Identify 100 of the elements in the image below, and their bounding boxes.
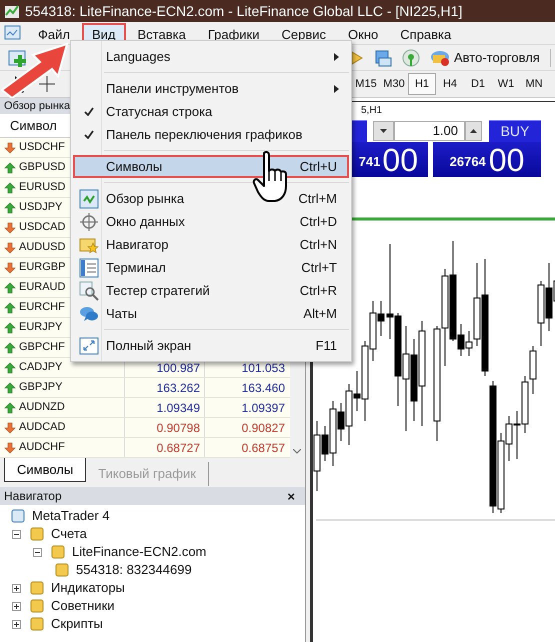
timeframe-button[interactable]: D1: [464, 73, 492, 95]
menu-item-label: Тестер стратегий: [106, 282, 211, 300]
expand-box-icon[interactable]: [12, 584, 21, 592]
menu-item-label: Полный экран: [106, 336, 192, 355]
bid-price: 163.262: [156, 380, 200, 396]
up-arrow-icon: [4, 362, 16, 374]
price-digits: 26764: [450, 152, 486, 170]
down-arrow-icon: [4, 222, 16, 234]
symbol-row[interactable]: AUDCAD 0.90798 0.90827: [0, 418, 290, 438]
down-arrow-icon: [4, 242, 16, 254]
symbol-name: EURJPY: [19, 320, 62, 336]
menu-item[interactable]: Панели инструментов: [73, 77, 349, 100]
expand-box-icon[interactable]: [12, 620, 21, 628]
antenna-icon: [402, 48, 420, 66]
menu-item-label: Обзор рынка: [106, 190, 186, 208]
tree-node-icon: [29, 616, 45, 632]
symbol-name: AUDNZD: [19, 400, 65, 416]
tree-node-label[interactable]: Счета: [51, 524, 87, 544]
shortcut-label: Alt+M: [303, 304, 337, 323]
lot-size-field[interactable]: 1.00: [394, 121, 465, 141]
shortcut-label: Ctrl+R: [300, 282, 337, 300]
timeframe-button[interactable]: M30: [380, 73, 408, 95]
auto-trading-button[interactable]: Авто-торговля: [430, 48, 540, 68]
menu-item-label: Символы: [106, 158, 164, 176]
symbol-name: CADJPY: [19, 360, 62, 376]
menu-item[interactable]: Окно данных Ctrl+D: [73, 210, 349, 233]
menu-item[interactable]: Тестер стратегий Ctrl+R: [73, 279, 349, 302]
down-arrow-icon: [4, 142, 16, 154]
panel-tab[interactable]: Символы: [4, 458, 86, 482]
tree-node-label[interactable]: 554318: 832344699: [76, 560, 192, 580]
timeframe-button[interactable]: H1: [408, 73, 436, 95]
tree-node-label[interactable]: Советники: [51, 596, 115, 616]
submenu-arrow-icon: [334, 84, 339, 92]
shortcut-label: F11: [316, 336, 337, 355]
menu-item[interactable]: Навигатор Ctrl+N: [73, 233, 349, 256]
decrease-button[interactable]: [373, 121, 394, 141]
menu-item[interactable]: Чаты Alt+M: [73, 302, 349, 325]
bid-price: 0.90798: [156, 420, 200, 436]
fullscreen-icon: [79, 336, 99, 356]
symbol-name: EURCHF: [19, 300, 65, 316]
submenu-arrow-icon: [334, 52, 339, 60]
buy-button[interactable]: BUY: [489, 120, 541, 142]
tree-node-label[interactable]: MetaTrader 4: [32, 506, 110, 526]
expand-box-icon[interactable]: [12, 602, 21, 610]
symbol-row[interactable]: GBPJPY 163.262 163.460: [0, 378, 290, 398]
timeframe-button[interactable]: H4: [436, 73, 464, 95]
panel-title: Обзор рынка: [4, 100, 70, 112]
menu-item[interactable]: Вставка: [128, 22, 196, 44]
menu-item[interactable]: Терминал Ctrl+T: [73, 256, 349, 279]
down-arrow-icon: [4, 422, 16, 434]
ask-price: 0.90827: [242, 420, 285, 436]
crosshair-icon: [79, 212, 99, 232]
increase-button[interactable]: [465, 121, 482, 141]
symbol-name: USDJPY: [19, 200, 62, 216]
collapse-box-icon[interactable]: [33, 548, 42, 556]
close-button[interactable]: ×: [287, 490, 295, 502]
price-digits: 741: [358, 152, 380, 170]
down-arrow-icon: [4, 442, 16, 454]
tree-node-icon: [29, 598, 45, 614]
menu-item[interactable]: Languages: [73, 45, 349, 68]
caret-up-icon: [470, 129, 477, 133]
shortcut-label: Ctrl+M: [298, 190, 337, 208]
bid-price: 0.68727: [156, 440, 200, 456]
menu-item[interactable]: Полный экран F11: [73, 334, 349, 357]
timeframe-button[interactable]: W1: [492, 73, 520, 95]
menu-item[interactable]: Файл: [28, 22, 80, 44]
up-arrow-icon: [4, 162, 16, 174]
window-title: 554318: LiteFinance-ECN2.com - LiteFinance Global LLC - [NI225,H1]: [25, 2, 462, 21]
window-stack-icon: [374, 48, 392, 66]
tree-node-label[interactable]: Индикаторы: [51, 578, 125, 598]
menu-item[interactable]: Символы Ctrl+U: [73, 155, 349, 178]
menu-item[interactable]: Обзор рынка Ctrl+M: [73, 187, 349, 210]
symbol-name: AUDCHF: [19, 440, 65, 456]
price-pips: 00: [488, 143, 524, 177]
up-arrow-icon: [4, 282, 16, 294]
menu-item[interactable]: Окно: [338, 22, 388, 44]
symbol-name: AUDCAD: [19, 420, 66, 436]
collapse-box-icon[interactable]: [12, 530, 21, 538]
tree-node-label[interactable]: Скрипты: [51, 614, 103, 634]
menu-item[interactable]: Справка: [390, 22, 462, 44]
up-arrow-icon: [4, 342, 16, 354]
menu-item[interactable]: Сервис: [272, 22, 336, 44]
bid-price: 100.987: [156, 360, 200, 376]
auto-trading-icon: [430, 48, 450, 66]
symbol-row[interactable]: AUDNZD 1.09349 1.09397: [0, 398, 290, 418]
chevron-down-icon: [293, 449, 301, 454]
menu-item[interactable]: Графики: [198, 22, 270, 44]
up-arrow-icon: [4, 382, 16, 394]
chart-window-icon: [4, 24, 22, 42]
up-arrow-icon: [4, 182, 16, 194]
symbol-name: USDCHF: [19, 140, 65, 156]
menu-item-label: Навигатор: [106, 236, 170, 254]
tree-node-label[interactable]: LiteFinance-ECN2.com: [72, 542, 206, 562]
symbol-name: EURUSD: [19, 180, 66, 196]
symbol-name: EURAUD: [19, 280, 66, 296]
timeframe-button[interactable]: MN: [520, 73, 548, 95]
ask-price: 0.68757: [242, 440, 285, 456]
price-pips: 00: [382, 143, 418, 177]
tree-node-icon: [54, 562, 70, 578]
timeframe-button[interactable]: M15: [352, 73, 380, 95]
